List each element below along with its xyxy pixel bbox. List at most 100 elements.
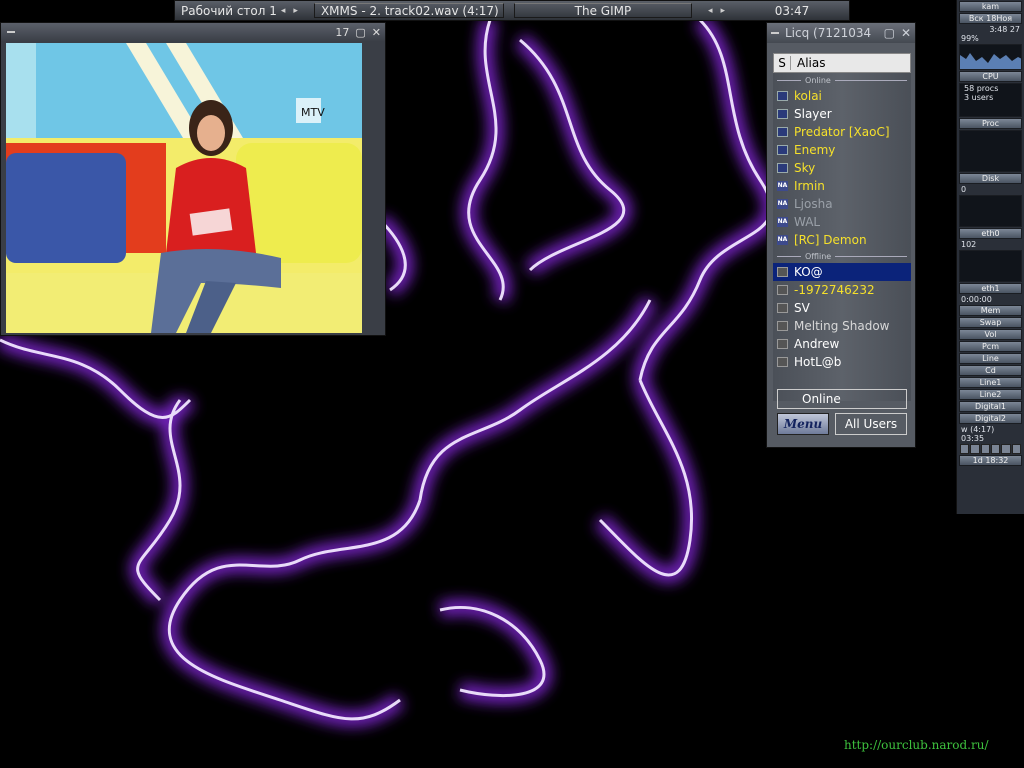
line1-slider[interactable]: Line1: [959, 377, 1022, 388]
uptime-bottom: 1d 18:32: [959, 455, 1022, 466]
contact-online[interactable]: kolai: [773, 87, 911, 105]
contact-name: HotL@b: [794, 355, 842, 369]
task-next-arrow-icon[interactable]: ▸: [720, 6, 725, 16]
monitor-status-icon: [777, 91, 788, 101]
digital1-slider[interactable]: Digital1: [959, 401, 1022, 412]
contact-name: SV: [794, 301, 810, 315]
contact-name: Irmin: [794, 179, 825, 193]
na-status-icon: NA: [777, 181, 788, 191]
wallpaper-url: http://ourclub.narod.ru/: [844, 738, 989, 752]
desktop-name: Рабочий стол 1: [181, 3, 277, 18]
task-gimp-label: The GIMP: [574, 3, 632, 18]
mtv-logo: MTV: [301, 106, 325, 119]
pcm-slider[interactable]: Pcm: [959, 341, 1022, 352]
close-icon[interactable]: ✕: [372, 26, 381, 39]
next-track-icon[interactable]: [1001, 444, 1011, 454]
contact-offline[interactable]: KO@: [773, 263, 911, 281]
swap-label: Swap: [959, 317, 1022, 328]
eject-icon[interactable]: [1011, 444, 1021, 454]
menu-label: Menu: [783, 417, 823, 431]
contact-name: WAL: [794, 215, 821, 229]
tv-video: MTV: [6, 43, 362, 333]
task-xmms[interactable]: XMMS - 2. track02.wav (4:17): [313, 3, 504, 18]
contact-name: Enemy: [794, 143, 836, 157]
tv-window[interactable]: 17 ▢ ✕ MTV: [0, 22, 386, 336]
pause-icon[interactable]: [980, 444, 990, 454]
tv-channel-number: 17: [335, 25, 350, 39]
contact-offline[interactable]: Andrew: [773, 335, 911, 353]
digital2-slider[interactable]: Digital2: [959, 413, 1022, 424]
status-label: Online: [802, 392, 841, 406]
taskbar-clock: 03:47: [774, 3, 810, 18]
monitor-status-icon: [777, 321, 788, 331]
close-icon[interactable]: ✕: [901, 26, 911, 40]
licq-title: Licq (7121034: [785, 26, 872, 40]
na-status-icon: NA: [777, 235, 788, 245]
column-status[interactable]: S: [774, 56, 791, 70]
play-icon[interactable]: [970, 444, 980, 454]
contact-name: [RC] Demon: [794, 233, 867, 247]
line2-slider[interactable]: Line2: [959, 389, 1022, 400]
tv-titlebar[interactable]: 17 ▢ ✕: [1, 23, 385, 41]
contact-name: Slayer: [794, 107, 832, 121]
disk-label: Disk: [959, 173, 1022, 184]
line-slider[interactable]: Line: [959, 353, 1022, 364]
contact-name: Andrew: [794, 337, 840, 351]
contact-online[interactable]: NA [RC] Demon: [773, 231, 911, 249]
contact-online[interactable]: NA Irmin: [773, 177, 911, 195]
contact-online[interactable]: Enemy: [773, 141, 911, 159]
monitor-status-icon: [777, 339, 788, 349]
hostname-label: kam: [959, 1, 1022, 12]
eth0-value: 102: [961, 240, 977, 249]
menu-button[interactable]: Menu: [777, 413, 829, 435]
maximize-icon[interactable]: ▢: [355, 26, 365, 39]
cpu-graph: [959, 44, 1022, 70]
contact-name: -1972746232: [794, 283, 875, 297]
contact-online[interactable]: Predator [XaoC]: [773, 123, 911, 141]
task-gimp[interactable]: The GIMP: [513, 3, 692, 18]
contact-offline[interactable]: Melting Shadow: [773, 317, 911, 335]
minimize-icon[interactable]: [771, 32, 779, 34]
group-online-label: Online: [805, 75, 831, 85]
disk-value: 0: [961, 185, 967, 194]
procs-count: 58 procs: [964, 84, 999, 93]
all-users-button[interactable]: All Users: [835, 413, 907, 435]
minimize-icon[interactable]: [7, 31, 15, 33]
task-xmms-label: XMMS - 2. track02.wav (4:17): [320, 3, 499, 18]
contact-name: Melting Shadow: [794, 319, 890, 333]
contact-online[interactable]: Slayer: [773, 105, 911, 123]
cpu-percent: 99%: [961, 34, 979, 43]
next-desktop-arrow-icon[interactable]: ▸: [293, 6, 298, 16]
stop-icon[interactable]: [990, 444, 1001, 454]
contact-online[interactable]: NA WAL: [773, 213, 911, 231]
cd-slider[interactable]: Cd: [959, 365, 1022, 376]
vol-slider[interactable]: Vol: [959, 329, 1022, 340]
eth0-graph: [959, 195, 1022, 227]
monitor-status-icon: [777, 285, 788, 295]
prev-desktop-arrow-icon[interactable]: ◂: [281, 6, 286, 16]
maximize-icon[interactable]: ▢: [884, 26, 895, 40]
column-alias[interactable]: Alias: [791, 56, 825, 70]
prev-track-icon[interactable]: [960, 444, 970, 454]
contact-online[interactable]: Sky: [773, 159, 911, 177]
status-selector[interactable]: Online: [777, 389, 907, 409]
cpu-label: CPU: [959, 71, 1022, 82]
dock-clock: 3:48 27: [989, 25, 1020, 34]
contact-offline[interactable]: -1972746232: [773, 281, 911, 299]
contact-name: kolai: [794, 89, 822, 103]
contact-list[interactable]: S Alias Online kolai Slayer Predator [XaoC…: [773, 53, 911, 401]
task-prev-arrow-icon[interactable]: ◂: [708, 6, 713, 16]
mem-label: Mem: [959, 305, 1022, 316]
desktop-switcher[interactable]: Рабочий стол 1 ◂ ▸: [175, 1, 308, 20]
contact-list-header: S Alias: [773, 53, 911, 73]
all-users-label: All Users: [844, 417, 898, 431]
monitor-status-icon: [777, 127, 788, 137]
contact-offline[interactable]: HotL@b: [773, 353, 911, 371]
contact-online[interactable]: NA Ljosha: [773, 195, 911, 213]
monitor-status-icon: [777, 303, 788, 313]
licq-titlebar[interactable]: Licq (7121034 ▢ ✕: [767, 23, 915, 43]
contact-offline[interactable]: SV: [773, 299, 911, 317]
xmms-controls: [960, 444, 1021, 454]
licq-window[interactable]: Licq (7121034 ▢ ✕ S Alias Online kolai Sl…: [766, 22, 916, 448]
proc-label: Proc: [959, 118, 1022, 129]
